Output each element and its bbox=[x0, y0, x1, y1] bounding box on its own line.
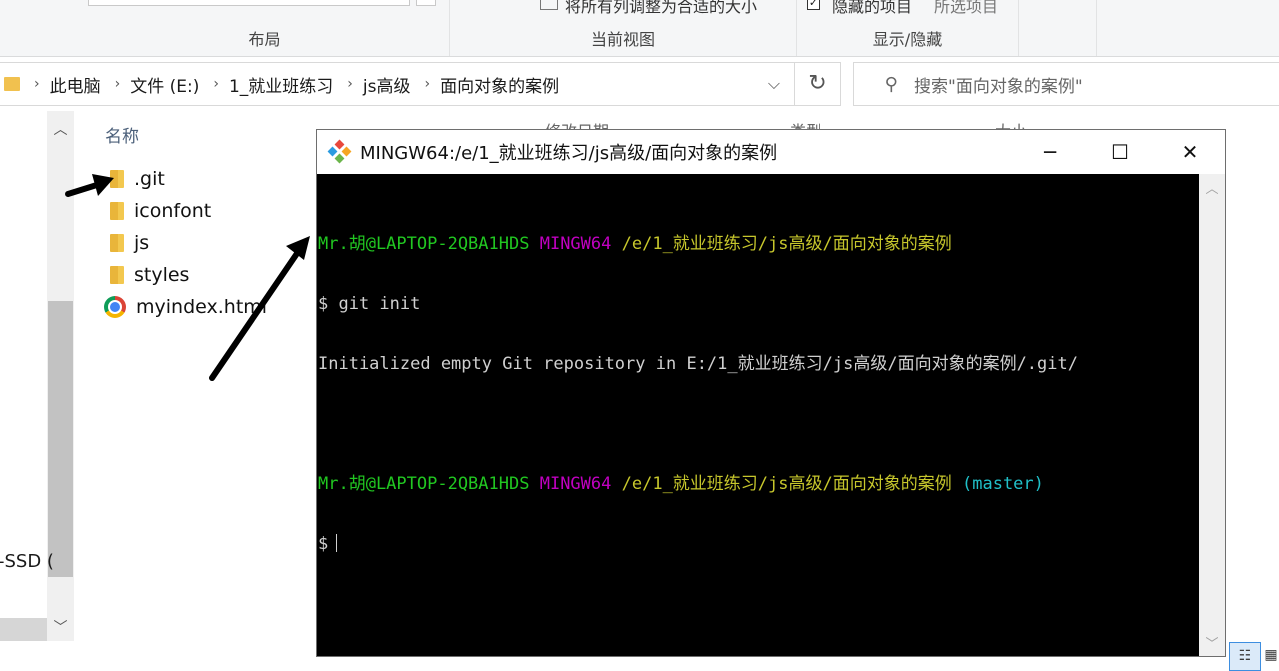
list-item[interactable]: js bbox=[104, 227, 149, 259]
scroll-up-icon[interactable]: ︿ bbox=[1199, 178, 1225, 197]
chevron-right-icon[interactable]: › bbox=[347, 76, 353, 92]
details-view-button[interactable]: ☷ bbox=[1229, 642, 1261, 671]
chevron-down-icon[interactable]: ⌵ bbox=[768, 74, 780, 94]
file-name: iconfont bbox=[134, 200, 212, 222]
chevron-right-icon[interactable]: › bbox=[115, 76, 121, 92]
list-item[interactable]: .git bbox=[104, 163, 165, 195]
large-icons-view-icon: ▦ bbox=[1264, 647, 1278, 663]
terminal-scrollbar[interactable]: ︿ ﹀ bbox=[1199, 174, 1225, 656]
input-prompt: $ bbox=[318, 534, 329, 554]
terminal-command: $ git init bbox=[318, 294, 421, 314]
refresh-button[interactable]: ↻ bbox=[795, 62, 841, 106]
prompt-env: MINGW64 bbox=[539, 234, 612, 254]
explorer-ribbon: 布局 将所有列调整为合适的大小 当前视图 ✓ 隐藏的项目 所选项目 显示/隐藏 bbox=[0, 0, 1279, 57]
list-item[interactable]: iconfont bbox=[104, 195, 211, 227]
scroll-down-icon[interactable]: ﹀ bbox=[47, 613, 74, 643]
ribbon-group-label: 布局 bbox=[248, 30, 281, 49]
scrollbar-thumb[interactable] bbox=[48, 301, 73, 577]
layout-gallery-more[interactable] bbox=[416, 0, 436, 6]
fit-columns-icon bbox=[540, 0, 558, 10]
text-cursor bbox=[336, 534, 338, 552]
folder-icon bbox=[4, 77, 20, 91]
nav-drive-item[interactable]: -SSD ( bbox=[0, 551, 54, 572]
address-bar[interactable]: › 此电脑 › 文件 (E:) › 1_就业班练习 › js高级 › 面向对象的… bbox=[0, 62, 795, 106]
maximize-button[interactable]: ☐ bbox=[1085, 130, 1155, 174]
terminal-input-line[interactable]: $ bbox=[318, 534, 1199, 554]
folder-icon bbox=[110, 234, 124, 252]
large-icons-view-button[interactable]: ▦ bbox=[1263, 642, 1279, 671]
column-header-name[interactable]: 名称 bbox=[105, 122, 139, 147]
list-item[interactable]: myindex.html bbox=[104, 291, 267, 323]
prompt-path: /e/1_就业班练习/js高级/面向对象的案例 bbox=[621, 474, 952, 494]
chrome-icon bbox=[104, 296, 126, 318]
file-name: styles bbox=[134, 264, 190, 286]
ribbon-group-options bbox=[1019, 0, 1097, 56]
scroll-down-icon[interactable]: ﹀ bbox=[1199, 633, 1225, 652]
breadcrumb-item[interactable]: 文件 (E:) bbox=[130, 72, 199, 97]
window-title: MINGW64:/e/1_就业班练习/js高级/面向对象的案例 bbox=[360, 143, 778, 164]
close-button[interactable]: ✕ bbox=[1155, 130, 1225, 174]
breadcrumb-item[interactable]: js高级 bbox=[363, 72, 411, 97]
nav-pane-hscroll[interactable] bbox=[0, 618, 47, 641]
folder-icon bbox=[110, 266, 124, 284]
file-name: .git bbox=[134, 168, 165, 190]
prompt-env: MINGW64 bbox=[539, 474, 612, 494]
search-box[interactable]: ⚲ 搜索"面向对象的案例" bbox=[853, 62, 1279, 106]
chevron-right-icon[interactable]: › bbox=[425, 76, 431, 92]
hide-selected-items-button[interactable]: 所选项目 bbox=[934, 0, 998, 17]
terminal-output-line: Initialized empty Git repository in E:/1… bbox=[318, 354, 1078, 374]
scroll-up-icon[interactable]: ︿ bbox=[47, 115, 74, 145]
details-view-icon: ☷ bbox=[1238, 648, 1252, 664]
prompt-path: /e/1_就业班练习/js高级/面向对象的案例 bbox=[621, 234, 952, 254]
prompt-user: Mr.胡@LAPTOP-2QBA1HDS bbox=[318, 474, 530, 494]
hidden-items-checkbox[interactable]: ✓ bbox=[807, 0, 820, 10]
chevron-right-icon[interactable]: › bbox=[213, 76, 219, 92]
search-icon: ⚲ bbox=[884, 73, 898, 95]
ribbon-group-current-view: 将所有列调整为合适的大小 当前视图 bbox=[450, 0, 797, 56]
search-placeholder: 搜索"面向对象的案例" bbox=[914, 76, 1083, 97]
address-row: › 此电脑 › 文件 (E:) › 1_就业班练习 › js高级 › 面向对象的… bbox=[0, 57, 1279, 111]
terminal-prompt-line: Mr.胡@LAPTOP-2QBA1HDS MINGW64 /e/1_就业班练习/… bbox=[318, 234, 1199, 254]
breadcrumb-item[interactable]: 面向对象的案例 bbox=[440, 72, 559, 97]
breadcrumb-item[interactable]: 此电脑 bbox=[50, 72, 101, 97]
window-titlebar[interactable]: MINGW64:/e/1_就业班练习/js高级/面向对象的案例 ─ ☐ ✕ bbox=[317, 130, 1225, 174]
layout-gallery[interactable] bbox=[88, 0, 410, 6]
ribbon-group-label: 显示/隐藏 bbox=[872, 30, 943, 49]
ribbon-group-show-hide: ✓ 隐藏的项目 所选项目 显示/隐藏 bbox=[797, 0, 1019, 56]
git-icon bbox=[327, 139, 352, 164]
ribbon-group-layout: 布局 bbox=[80, 0, 450, 56]
prompt-branch: (master) bbox=[962, 474, 1044, 494]
file-name: myindex.html bbox=[136, 296, 268, 318]
hidden-items-label[interactable]: 隐藏的项目 bbox=[832, 0, 912, 17]
chevron-right-icon[interactable]: › bbox=[34, 76, 40, 92]
list-item[interactable]: styles bbox=[104, 259, 189, 291]
refresh-icon: ↻ bbox=[808, 71, 827, 96]
terminal-prompt-line: Mr.胡@LAPTOP-2QBA1HDS MINGW64 /e/1_就业班练习/… bbox=[318, 474, 1199, 494]
fit-columns-button[interactable]: 将所有列调整为合适的大小 bbox=[565, 0, 757, 17]
prompt-user: Mr.胡@LAPTOP-2QBA1HDS bbox=[318, 234, 530, 254]
ribbon-group-label: 当前视图 bbox=[590, 30, 655, 49]
terminal-output[interactable]: Mr.胡@LAPTOP-2QBA1HDS MINGW64 /e/1_就业班练习/… bbox=[317, 174, 1199, 656]
git-bash-window[interactable]: MINGW64:/e/1_就业班练习/js高级/面向对象的案例 ─ ☐ ✕ Mr… bbox=[316, 129, 1226, 657]
file-name: js bbox=[134, 232, 150, 254]
breadcrumb-item[interactable]: 1_就业班练习 bbox=[229, 72, 333, 97]
minimize-button[interactable]: ─ bbox=[1015, 130, 1085, 174]
folder-icon bbox=[110, 202, 124, 220]
folder-icon bbox=[110, 170, 124, 188]
